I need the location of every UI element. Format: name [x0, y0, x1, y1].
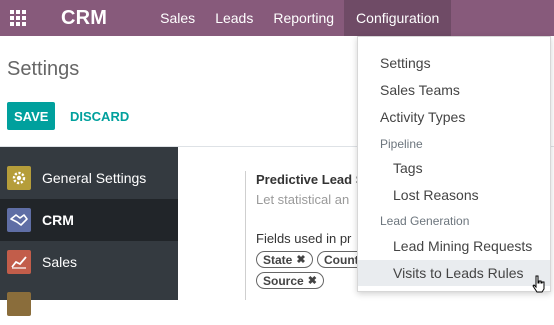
- section-header-pipeline: Pipeline: [380, 137, 423, 151]
- sidebar-item-label: CRM: [42, 212, 74, 228]
- fields-label: Fields used in pr: [256, 231, 352, 246]
- handshake-icon: [7, 208, 31, 232]
- remove-tag-icon[interactable]: ✖: [308, 274, 317, 287]
- configuration-dropdown: Settings Sales Teams Activity Types Pipe…: [357, 36, 551, 292]
- sidebar-item-crm[interactable]: CRM: [0, 199, 178, 241]
- menu-item-visits-to-leads-rules[interactable]: Visits to Leads Rules: [358, 260, 550, 286]
- setting-divider: [245, 171, 246, 300]
- top-navbar: CRM Sales Leads Reporting Configuration: [0, 0, 554, 36]
- menu-leads[interactable]: Leads: [205, 0, 263, 36]
- menu-configuration[interactable]: Configuration: [344, 0, 452, 36]
- menu-item-lost-reasons[interactable]: Lost Reasons: [358, 182, 550, 208]
- sidebar-item-label: General Settings: [42, 170, 147, 186]
- menu-reporting[interactable]: Reporting: [263, 0, 344, 36]
- menu-item-settings[interactable]: Settings: [358, 50, 550, 76]
- sidebar-item-sales[interactable]: Sales: [0, 241, 178, 283]
- tag-label: State: [263, 252, 293, 267]
- app-icon: [7, 292, 31, 316]
- menu-item-lead-mining-requests[interactable]: Lead Mining Requests: [358, 233, 550, 259]
- menu-item-activity-types[interactable]: Activity Types: [358, 104, 550, 130]
- setting-description: Let statistical an: [256, 192, 350, 207]
- gear-icon: [7, 166, 31, 190]
- hand-cursor-icon: [532, 275, 546, 298]
- chart-icon: [7, 250, 31, 274]
- menu-item-tags[interactable]: Tags: [358, 155, 550, 181]
- app-brand[interactable]: CRM: [61, 7, 107, 30]
- sidebar-item-general-settings[interactable]: General Settings: [0, 157, 178, 199]
- menu-sales[interactable]: Sales: [150, 0, 205, 36]
- settings-sidebar: General Settings CRM Sales: [0, 147, 178, 316]
- tag-label: Source: [263, 273, 304, 288]
- menu-item-sales-teams[interactable]: Sales Teams: [358, 77, 550, 103]
- setting-title: Predictive Lead S: [256, 172, 365, 187]
- save-button[interactable]: SAVE: [7, 102, 56, 130]
- field-tag: State ✖: [256, 251, 313, 268]
- tag-label: Count: [324, 252, 359, 267]
- apps-menu-icon[interactable]: [0, 0, 36, 36]
- section-header-lead-generation: Lead Generation: [380, 214, 470, 228]
- sidebar-item-partial[interactable]: [0, 283, 178, 325]
- sidebar-item-label: Sales: [42, 254, 78, 270]
- page-title: Settings: [7, 58, 80, 80]
- field-tag: Source ✖: [256, 272, 324, 289]
- discard-button[interactable]: DISCARD: [70, 102, 129, 130]
- remove-tag-icon[interactable]: ✖: [296, 253, 305, 266]
